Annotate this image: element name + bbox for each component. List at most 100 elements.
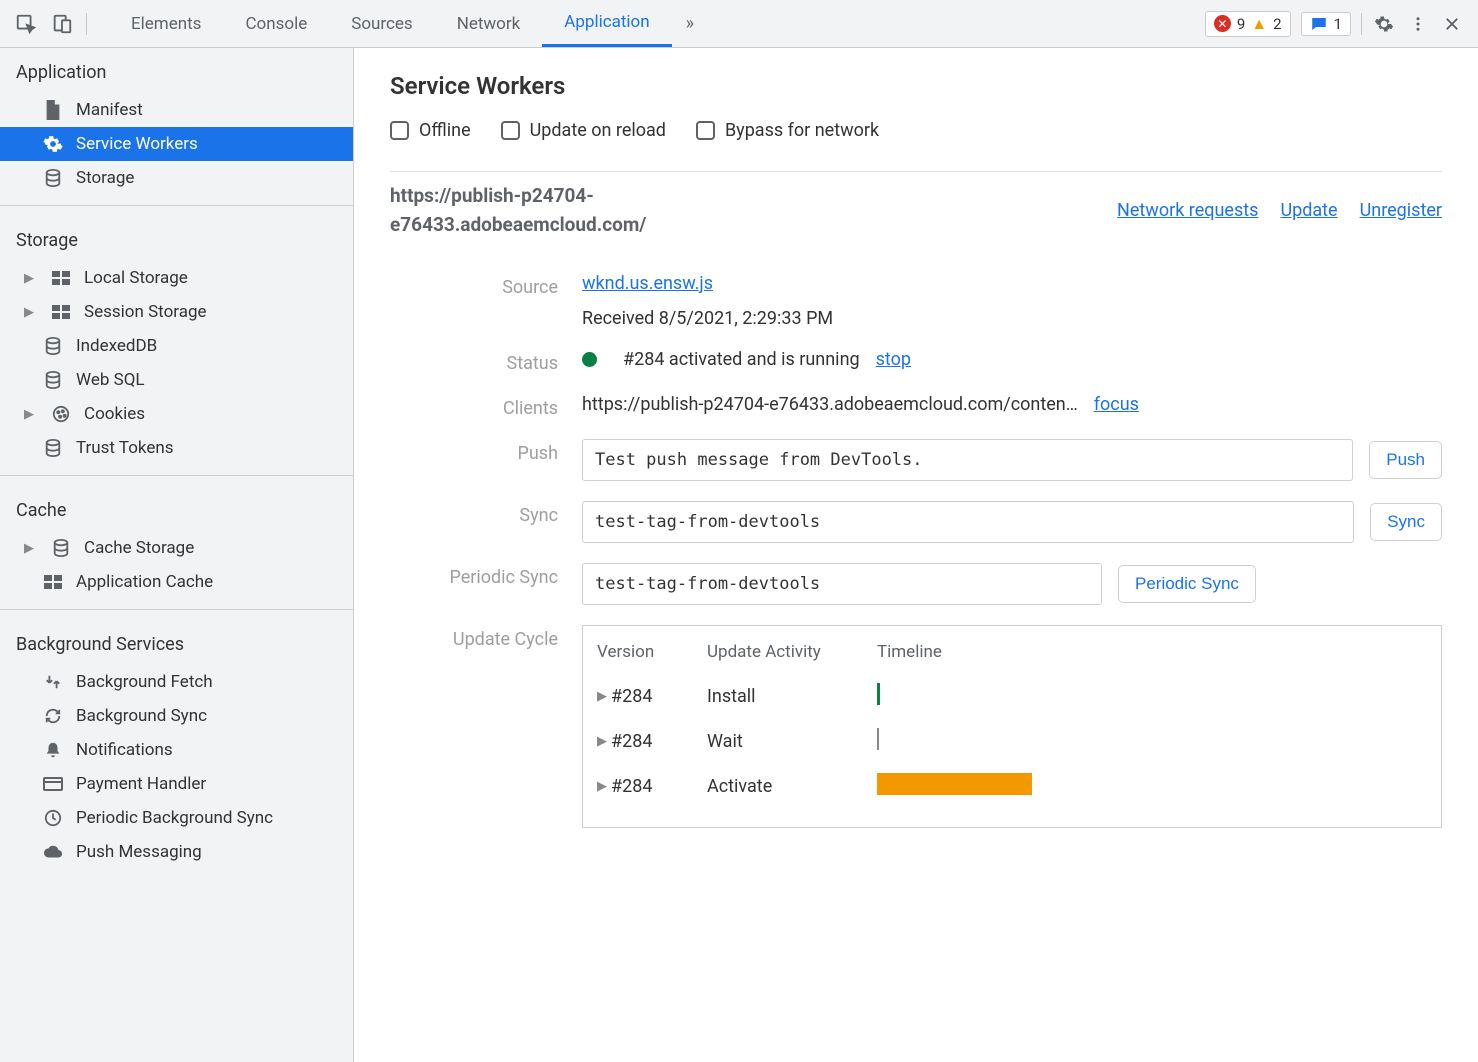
grid-icon <box>50 301 72 323</box>
sidebar-item-notifications[interactable]: Notifications <box>0 733 353 767</box>
inspect-element-icon[interactable] <box>14 12 38 36</box>
sidebar-label: Storage <box>76 168 134 188</box>
close-icon[interactable] <box>1440 12 1464 36</box>
section-application: Application <box>0 48 353 93</box>
sync-input[interactable] <box>582 501 1354 543</box>
more-menu-icon[interactable] <box>1406 12 1430 36</box>
update-cycle-table: Version Update Activity Timeline ▶#284 I… <box>582 625 1442 828</box>
sync-icon <box>42 705 64 727</box>
tab-console[interactable]: Console <box>223 0 329 47</box>
sidebar-item-indexeddb[interactable]: IndexedDB <box>0 329 353 363</box>
sidebar-item-push-messaging[interactable]: Push Messaging <box>0 835 353 869</box>
section-background: Background Services <box>0 620 353 665</box>
sidebar-item-trust-tokens[interactable]: Trust Tokens <box>0 431 353 465</box>
issues-badge[interactable]: ✕ 9 ▲ 2 <box>1205 11 1291 37</box>
error-count: 9 <box>1237 15 1245 33</box>
sidebar-label: Cookies <box>84 404 145 424</box>
tab-network[interactable]: Network <box>435 0 543 47</box>
sidebar-item-storage[interactable]: Storage <box>0 161 353 195</box>
sidebar-item-service-workers[interactable]: Service Workers <box>0 127 353 161</box>
sidebar-label: Background Sync <box>76 706 207 726</box>
sidebar-item-periodic-background-sync[interactable]: Periodic Background Sync <box>0 801 353 835</box>
feedback-badge[interactable]: 1 <box>1301 12 1351 36</box>
service-workers-panel: Service Workers Offline Update on reload… <box>354 48 1478 1062</box>
timeline-bar <box>877 683 880 705</box>
status-indicator-icon <box>582 352 597 367</box>
sidebar-label: Application Cache <box>76 572 213 592</box>
database-icon <box>42 369 64 391</box>
options-row: Offline Update on reload Bypass for netw… <box>390 120 1442 159</box>
sidebar-label: Local Storage <box>84 268 188 288</box>
divider <box>0 205 353 206</box>
settings-icon[interactable] <box>1372 12 1396 36</box>
sidebar-item-cookies[interactable]: ▶ Cookies <box>0 397 353 431</box>
sidebar-item-session-storage[interactable]: ▶ Session Storage <box>0 295 353 329</box>
cycle-row[interactable]: ▶#284 Install <box>597 674 1427 719</box>
database-icon <box>50 537 72 559</box>
tabs-overflow-icon[interactable]: » <box>672 13 708 34</box>
periodic-sync-input[interactable] <box>582 563 1102 605</box>
chevron-right-icon: ▶ <box>597 689 607 704</box>
grid-icon <box>50 267 72 289</box>
update-link[interactable]: Update <box>1280 200 1337 221</box>
divider <box>1361 13 1362 35</box>
tab-sources[interactable]: Sources <box>329 0 434 47</box>
focus-link[interactable]: focus <box>1094 394 1139 415</box>
network-requests-link[interactable]: Network requests <box>1117 200 1258 221</box>
sync-label: Sync <box>390 501 582 526</box>
sidebar-item-payment-handler[interactable]: Payment Handler <box>0 767 353 801</box>
sidebar-item-background-sync[interactable]: Background Sync <box>0 699 353 733</box>
sidebar-label: Notifications <box>76 740 173 760</box>
sync-button[interactable]: Sync <box>1370 503 1442 541</box>
sidebar-item-application-cache[interactable]: Application Cache <box>0 565 353 599</box>
database-icon <box>42 437 64 459</box>
sidebar-item-websql[interactable]: Web SQL <box>0 363 353 397</box>
bypass-network-checkbox[interactable]: Bypass for network <box>696 120 879 141</box>
sidebar-label: Service Workers <box>76 134 198 154</box>
sidebar-item-manifest[interactable]: Manifest <box>0 93 353 127</box>
timeline-bar <box>877 728 879 750</box>
cycle-col-activity: Update Activity <box>707 642 877 662</box>
unregister-link[interactable]: Unregister <box>1360 200 1442 221</box>
sidebar-item-background-fetch[interactable]: Background Fetch <box>0 665 353 699</box>
fetch-icon <box>42 671 64 693</box>
clock-icon <box>42 807 64 829</box>
divider <box>0 609 353 610</box>
card-icon <box>42 773 64 795</box>
cycle-col-version: Version <box>597 642 707 662</box>
tab-application[interactable]: Application <box>542 0 671 47</box>
error-icon: ✕ <box>1214 15 1231 32</box>
origin-url: https://publish-p24704-e76433.adobeaemcl… <box>390 182 820 239</box>
application-sidebar: Application Manifest Service Workers Sto… <box>0 48 354 1062</box>
cycle-row[interactable]: ▶#284 Activate <box>597 764 1427 809</box>
timeline-bar <box>877 773 1032 795</box>
stop-link[interactable]: stop <box>876 349 911 370</box>
offline-checkbox[interactable]: Offline <box>390 120 471 141</box>
feedback-icon <box>1310 15 1328 33</box>
sidebar-label: Payment Handler <box>76 774 206 794</box>
sidebar-label: Background Fetch <box>76 672 213 692</box>
panel-title: Service Workers <box>390 72 1442 100</box>
source-link[interactable]: wknd.us.ensw.js <box>582 273 1442 294</box>
client-url: https://publish-p24704-e76433.adobeaemcl… <box>582 394 1078 415</box>
sidebar-label: Web SQL <box>76 370 145 390</box>
sidebar-item-cache-storage[interactable]: ▶ Cache Storage <box>0 531 353 565</box>
origin-row: https://publish-p24704-e76433.adobeaemcl… <box>390 171 1442 263</box>
sidebar-item-local-storage[interactable]: ▶ Local Storage <box>0 261 353 295</box>
periodic-sync-button[interactable]: Periodic Sync <box>1118 565 1256 603</box>
update-on-reload-checkbox[interactable]: Update on reload <box>501 120 666 141</box>
source-label: Source <box>390 273 582 298</box>
document-icon <box>42 99 64 121</box>
push-input[interactable] <box>582 439 1353 481</box>
sidebar-label: Trust Tokens <box>76 438 174 458</box>
push-button[interactable]: Push <box>1369 441 1442 479</box>
warning-icon: ▲ <box>1251 14 1267 34</box>
chevron-right-icon: ▶ <box>597 779 607 794</box>
cycle-row[interactable]: ▶#284 Wait <box>597 719 1427 764</box>
bell-icon <box>42 739 64 761</box>
device-toggle-icon[interactable] <box>50 12 74 36</box>
tab-elements[interactable]: Elements <box>109 0 223 47</box>
sidebar-label: Session Storage <box>84 302 207 322</box>
section-storage: Storage <box>0 216 353 261</box>
chevron-right-icon: ▶ <box>24 305 38 320</box>
